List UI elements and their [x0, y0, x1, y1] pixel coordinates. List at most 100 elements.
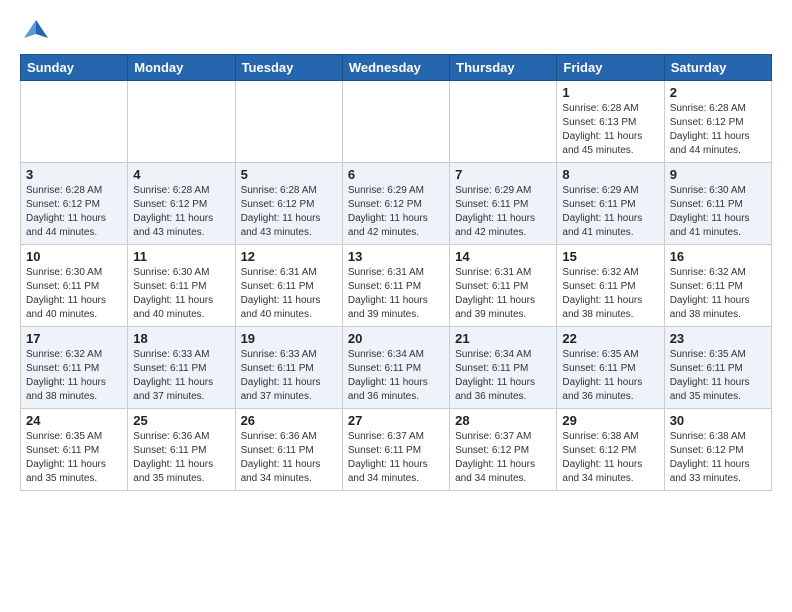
day-info: Sunrise: 6:29 AM Sunset: 6:11 PM Dayligh…	[562, 184, 658, 240]
day-info: Sunrise: 6:28 AM Sunset: 6:12 PM Dayligh…	[133, 184, 229, 240]
col-header-tuesday: Tuesday	[235, 55, 342, 81]
day-info: Sunrise: 6:30 AM Sunset: 6:11 PM Dayligh…	[670, 184, 766, 240]
day-number: 7	[455, 167, 551, 182]
col-header-saturday: Saturday	[664, 55, 771, 81]
day-number: 4	[133, 167, 229, 182]
page: SundayMondayTuesdayWednesdayThursdayFrid…	[0, 0, 792, 507]
day-info: Sunrise: 6:38 AM Sunset: 6:12 PM Dayligh…	[670, 430, 766, 486]
day-number: 11	[133, 249, 229, 264]
day-number: 28	[455, 413, 551, 428]
day-cell: 4 Sunrise: 6:28 AM Sunset: 6:12 PM Daylig…	[128, 163, 235, 245]
week-row-2: 3 Sunrise: 6:28 AM Sunset: 6:12 PM Daylig…	[21, 163, 772, 245]
day-cell	[128, 81, 235, 163]
day-info: Sunrise: 6:33 AM Sunset: 6:11 PM Dayligh…	[133, 348, 229, 404]
day-number: 6	[348, 167, 444, 182]
day-info: Sunrise: 6:28 AM Sunset: 6:12 PM Dayligh…	[670, 102, 766, 158]
day-info: Sunrise: 6:30 AM Sunset: 6:11 PM Dayligh…	[133, 266, 229, 322]
day-cell: 2 Sunrise: 6:28 AM Sunset: 6:12 PM Daylig…	[664, 81, 771, 163]
week-row-5: 24Sunrise: 6:35 AM Sunset: 6:11 PM Dayli…	[21, 409, 772, 491]
day-cell: 25 Sunrise: 6:36 AM Sunset: 6:11 PM Dayli…	[128, 409, 235, 491]
day-info: Sunrise: 6:31 AM Sunset: 6:11 PM Dayligh…	[241, 266, 337, 322]
day-cell: 14 Sunrise: 6:31 AM Sunset: 6:11 PM Dayli…	[450, 245, 557, 327]
day-number: 18	[133, 331, 229, 346]
day-info: Sunrise: 6:31 AM Sunset: 6:11 PM Dayligh…	[455, 266, 551, 322]
day-cell: 20 Sunrise: 6:34 AM Sunset: 6:11 PM Dayli…	[342, 327, 449, 409]
day-cell: 13 Sunrise: 6:31 AM Sunset: 6:11 PM Dayli…	[342, 245, 449, 327]
day-cell: 10 Sunrise: 6:30 AM Sunset: 6:11 PM Dayli…	[21, 245, 128, 327]
day-number: 12	[241, 249, 337, 264]
day-info: Sunrise: 6:38 AM Sunset: 6:12 PM Dayligh…	[562, 430, 658, 486]
day-cell: 24Sunrise: 6:35 AM Sunset: 6:11 PM Dayli…	[21, 409, 128, 491]
day-cell: 11 Sunrise: 6:30 AM Sunset: 6:11 PM Dayli…	[128, 245, 235, 327]
day-cell: 1 Sunrise: 6:28 AM Sunset: 6:13 PM Daylig…	[557, 81, 664, 163]
day-number: 23	[670, 331, 766, 346]
day-info: Sunrise: 6:28 AM Sunset: 6:12 PM Dayligh…	[241, 184, 337, 240]
day-number: 19	[241, 331, 337, 346]
day-info: Sunrise: 6:34 AM Sunset: 6:11 PM Dayligh…	[348, 348, 444, 404]
day-cell: 22Sunrise: 6:35 AM Sunset: 6:11 PM Dayli…	[557, 327, 664, 409]
day-info: Sunrise: 6:30 AM Sunset: 6:11 PM Dayligh…	[26, 266, 122, 322]
day-number: 20	[348, 331, 444, 346]
day-cell	[21, 81, 128, 163]
day-info: Sunrise: 6:36 AM Sunset: 6:11 PM Dayligh…	[133, 430, 229, 486]
day-info: Sunrise: 6:37 AM Sunset: 6:11 PM Dayligh…	[348, 430, 444, 486]
day-number: 17	[26, 331, 122, 346]
day-cell: 3 Sunrise: 6:28 AM Sunset: 6:12 PM Daylig…	[21, 163, 128, 245]
day-number: 14	[455, 249, 551, 264]
day-cell: 9Sunrise: 6:30 AM Sunset: 6:11 PM Daylig…	[664, 163, 771, 245]
day-cell: 17 Sunrise: 6:32 AM Sunset: 6:11 PM Dayli…	[21, 327, 128, 409]
day-cell: 29 Sunrise: 6:38 AM Sunset: 6:12 PM Dayli…	[557, 409, 664, 491]
header-row: SundayMondayTuesdayWednesdayThursdayFrid…	[21, 55, 772, 81]
day-number: 13	[348, 249, 444, 264]
day-info: Sunrise: 6:37 AM Sunset: 6:12 PM Dayligh…	[455, 430, 551, 486]
logo-icon	[22, 16, 50, 44]
day-info: Sunrise: 6:35 AM Sunset: 6:11 PM Dayligh…	[562, 348, 658, 404]
col-header-wednesday: Wednesday	[342, 55, 449, 81]
day-number: 15	[562, 249, 658, 264]
header	[20, 16, 772, 44]
day-cell	[342, 81, 449, 163]
week-row-1: 1 Sunrise: 6:28 AM Sunset: 6:13 PM Daylig…	[21, 81, 772, 163]
day-info: Sunrise: 6:31 AM Sunset: 6:11 PM Dayligh…	[348, 266, 444, 322]
day-info: Sunrise: 6:33 AM Sunset: 6:11 PM Dayligh…	[241, 348, 337, 404]
day-cell: 28 Sunrise: 6:37 AM Sunset: 6:12 PM Dayli…	[450, 409, 557, 491]
day-cell	[450, 81, 557, 163]
day-cell: 30 Sunrise: 6:38 AM Sunset: 6:12 PM Dayli…	[664, 409, 771, 491]
calendar: SundayMondayTuesdayWednesdayThursdayFrid…	[20, 54, 772, 491]
day-info: Sunrise: 6:32 AM Sunset: 6:11 PM Dayligh…	[26, 348, 122, 404]
day-info: Sunrise: 6:35 AM Sunset: 6:11 PM Dayligh…	[670, 348, 766, 404]
day-number: 1	[562, 85, 658, 100]
day-cell: 26Sunrise: 6:36 AM Sunset: 6:11 PM Dayli…	[235, 409, 342, 491]
day-cell: 5 Sunrise: 6:28 AM Sunset: 6:12 PM Daylig…	[235, 163, 342, 245]
day-cell: 12 Sunrise: 6:31 AM Sunset: 6:11 PM Dayli…	[235, 245, 342, 327]
day-cell: 21Sunrise: 6:34 AM Sunset: 6:11 PM Dayli…	[450, 327, 557, 409]
day-number: 24	[26, 413, 122, 428]
day-info: Sunrise: 6:29 AM Sunset: 6:11 PM Dayligh…	[455, 184, 551, 240]
day-number: 30	[670, 413, 766, 428]
day-number: 26	[241, 413, 337, 428]
day-number: 25	[133, 413, 229, 428]
day-number: 3	[26, 167, 122, 182]
logo	[20, 16, 50, 44]
day-cell: 23 Sunrise: 6:35 AM Sunset: 6:11 PM Dayli…	[664, 327, 771, 409]
day-info: Sunrise: 6:34 AM Sunset: 6:11 PM Dayligh…	[455, 348, 551, 404]
day-info: Sunrise: 6:28 AM Sunset: 6:12 PM Dayligh…	[26, 184, 122, 240]
week-row-3: 10 Sunrise: 6:30 AM Sunset: 6:11 PM Dayli…	[21, 245, 772, 327]
col-header-friday: Friday	[557, 55, 664, 81]
week-row-4: 17 Sunrise: 6:32 AM Sunset: 6:11 PM Dayli…	[21, 327, 772, 409]
col-header-sunday: Sunday	[21, 55, 128, 81]
day-cell	[235, 81, 342, 163]
day-number: 2	[670, 85, 766, 100]
day-cell: 15Sunrise: 6:32 AM Sunset: 6:11 PM Dayli…	[557, 245, 664, 327]
day-cell: 7 Sunrise: 6:29 AM Sunset: 6:11 PM Daylig…	[450, 163, 557, 245]
col-header-monday: Monday	[128, 55, 235, 81]
day-cell: 16Sunrise: 6:32 AM Sunset: 6:11 PM Dayli…	[664, 245, 771, 327]
day-number: 27	[348, 413, 444, 428]
day-number: 10	[26, 249, 122, 264]
day-number: 8	[562, 167, 658, 182]
day-number: 5	[241, 167, 337, 182]
day-cell: 19 Sunrise: 6:33 AM Sunset: 6:11 PM Dayli…	[235, 327, 342, 409]
day-number: 16	[670, 249, 766, 264]
day-number: 29	[562, 413, 658, 428]
day-info: Sunrise: 6:28 AM Sunset: 6:13 PM Dayligh…	[562, 102, 658, 158]
